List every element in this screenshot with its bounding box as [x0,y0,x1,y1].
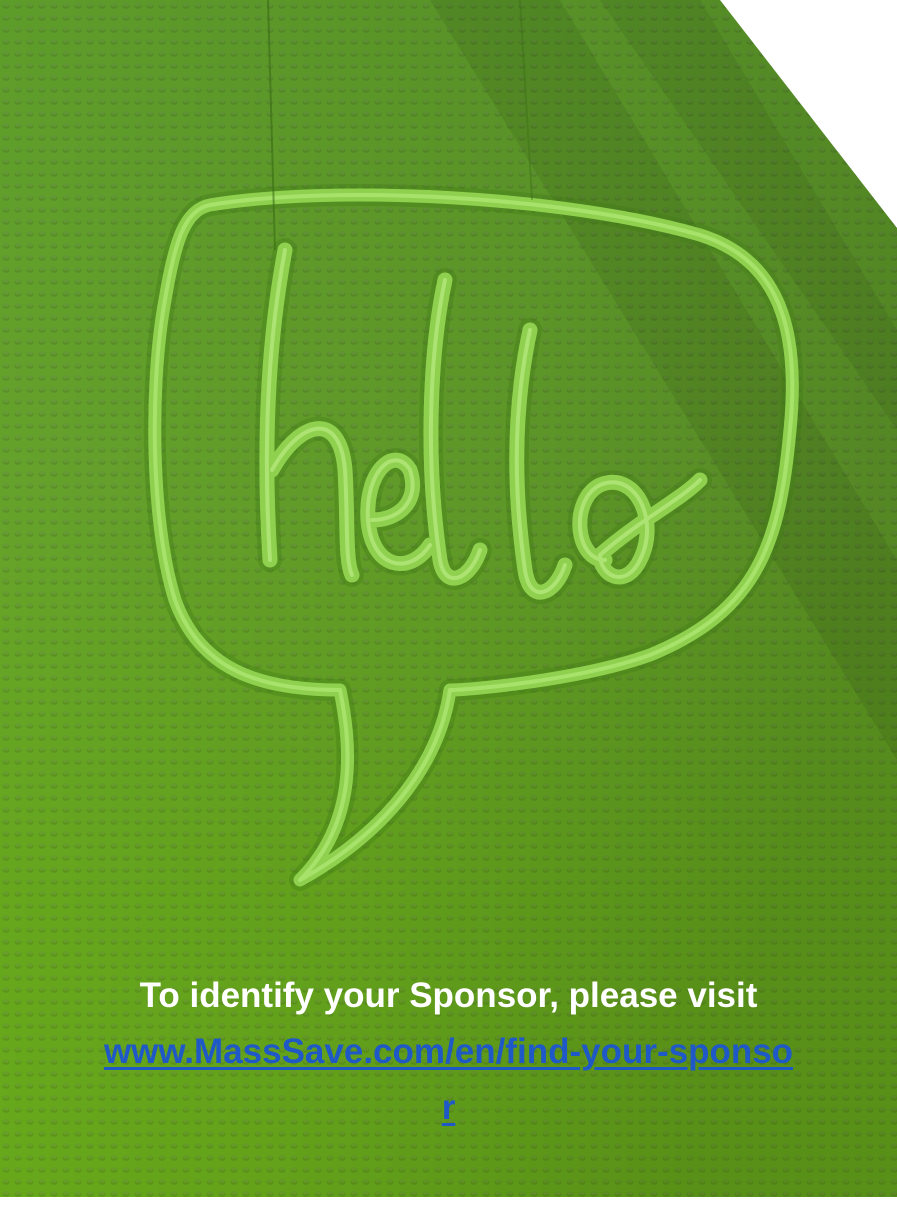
caption-link-wrap: www.MassSave.com/en/find-your-sponsor [99,1024,799,1136]
sponsor-caption: To identify your Sponsor, please visit w… [60,968,837,1136]
find-sponsor-link[interactable]: www.MassSave.com/en/find-your-sponsor [104,1032,793,1127]
flyer-page: To identify your Sponsor, please visit w… [0,0,897,1210]
green-background-panel: To identify your Sponsor, please visit w… [0,0,897,1197]
caption-lead-text: To identify your Sponsor, please visit [139,976,758,1015]
